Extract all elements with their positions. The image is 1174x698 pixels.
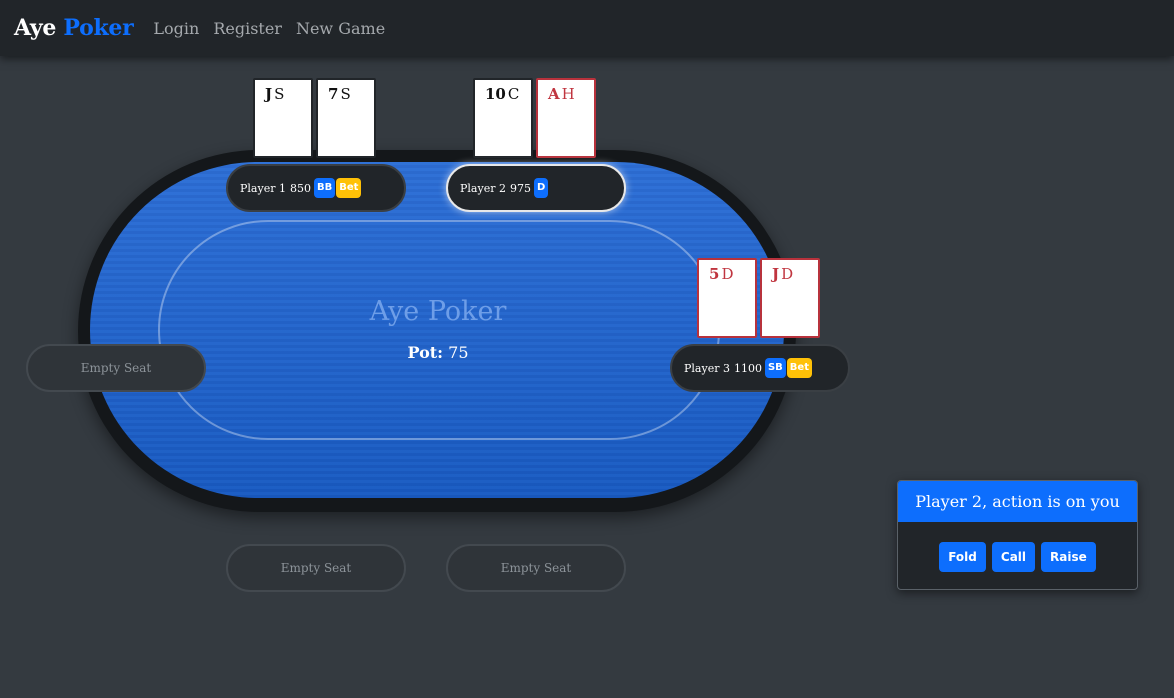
player-name: Player 1 (240, 181, 286, 195)
nav-login-link[interactable]: Login (153, 19, 199, 38)
brand-text-aye: Aye (14, 15, 57, 41)
player-name: Player 3 (684, 361, 730, 375)
player-2-card-2: AH (536, 78, 596, 158)
player-chips: 975 (509, 181, 531, 195)
action-buttons: Fold Call Raise (898, 542, 1137, 572)
nav-register-link[interactable]: Register (213, 19, 282, 38)
player-name: Player 2 (460, 181, 506, 195)
seat-player-2: Player 2 975 D (446, 164, 626, 212)
card-suit: S (340, 85, 351, 103)
big-blind-badge: BB (313, 178, 336, 198)
brand-text-poker: Poker (63, 15, 134, 41)
pot-display: Pot: 75 (340, 343, 536, 362)
empty-seat-left[interactable]: Empty Seat (26, 344, 206, 392)
bet-badge: Bet (786, 358, 812, 378)
player-1-card-1: JS (253, 78, 313, 158)
card-rank: 7 (328, 85, 339, 103)
card-rank: A (548, 85, 560, 103)
player-chips: 850 (289, 181, 311, 195)
card-rank: J (265, 85, 273, 103)
empty-seat-bottom-left[interactable]: Empty Seat (226, 544, 406, 592)
small-blind-badge: SB (764, 358, 786, 378)
player-1-card-2: 7S (316, 78, 376, 158)
player-2-card-1: 10 C (473, 78, 533, 158)
brand-logo[interactable]: Aye Poker (14, 15, 134, 41)
raise-button[interactable]: Raise (1041, 542, 1096, 572)
action-header: Player 2, action is on you (898, 481, 1137, 522)
nav-new-game-link[interactable]: New Game (296, 19, 385, 38)
card-suit: D (721, 265, 734, 283)
navbar: Aye Poker Login Register New Game (0, 0, 1174, 56)
pot-value: 75 (448, 343, 469, 362)
card-suit: D (781, 265, 794, 283)
dealer-badge: D (533, 178, 549, 198)
seat-player-1: Player 1 850 BB Bet (226, 164, 406, 212)
table-title: Aye Poker (369, 296, 507, 327)
player-3-card-2: JD (760, 258, 820, 338)
card-rank: J (772, 265, 780, 283)
bet-badge: Bet (336, 178, 362, 198)
action-panel: Player 2, action is on you Fold Call Rai… (897, 480, 1138, 590)
card-suit: C (507, 85, 520, 103)
card-suit: H (561, 85, 575, 103)
card-rank: 5 (709, 265, 720, 283)
card-suit: S (274, 85, 285, 103)
seat-player-3: Player 3 1100 SB Bet (670, 344, 850, 392)
empty-seat-bottom-right[interactable]: Empty Seat (446, 544, 626, 592)
player-chips: 1100 (733, 361, 762, 375)
fold-button[interactable]: Fold (939, 542, 986, 572)
card-rank: 10 (485, 85, 506, 103)
call-button[interactable]: Call (991, 542, 1036, 572)
table-inner-ring (158, 220, 720, 440)
player-3-card-1: 5D (697, 258, 757, 338)
pot-label: Pot: (407, 343, 444, 362)
